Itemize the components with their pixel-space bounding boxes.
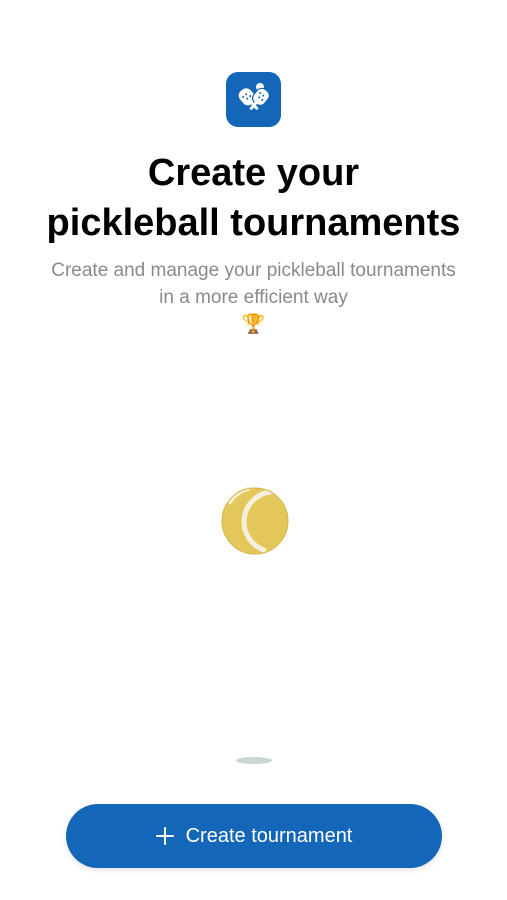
- page-title: Create your pickleball tournaments: [0, 148, 507, 248]
- plus-icon: [155, 827, 174, 845]
- title-line-2: pickleball tournaments: [46, 202, 461, 244]
- tennis-ball-illustration: [218, 484, 292, 558]
- trophy-icon: 🏆: [241, 314, 266, 335]
- app-logo: [226, 72, 281, 127]
- onboarding-screen: Create your pickleball tournaments Creat…: [0, 0, 507, 900]
- subtitle-line-1: Create and manage your pickleball tourna…: [51, 260, 456, 281]
- pickleball-paddles-icon: [238, 82, 270, 110]
- tennis-ball-icon: [221, 487, 289, 555]
- subtitle-line-2: in a more efficient way: [159, 287, 348, 308]
- create-tournament-button[interactable]: Create tournament: [66, 804, 442, 868]
- title-line-1: Create your: [147, 152, 360, 194]
- create-tournament-label: Create tournament: [185, 824, 353, 847]
- page-subtitle: Create and manage your pickleball tourna…: [0, 257, 507, 338]
- ball-shadow: [236, 757, 272, 764]
- subtitle-line-2-wrap: in a more efficient way 🏆: [0, 284, 507, 338]
